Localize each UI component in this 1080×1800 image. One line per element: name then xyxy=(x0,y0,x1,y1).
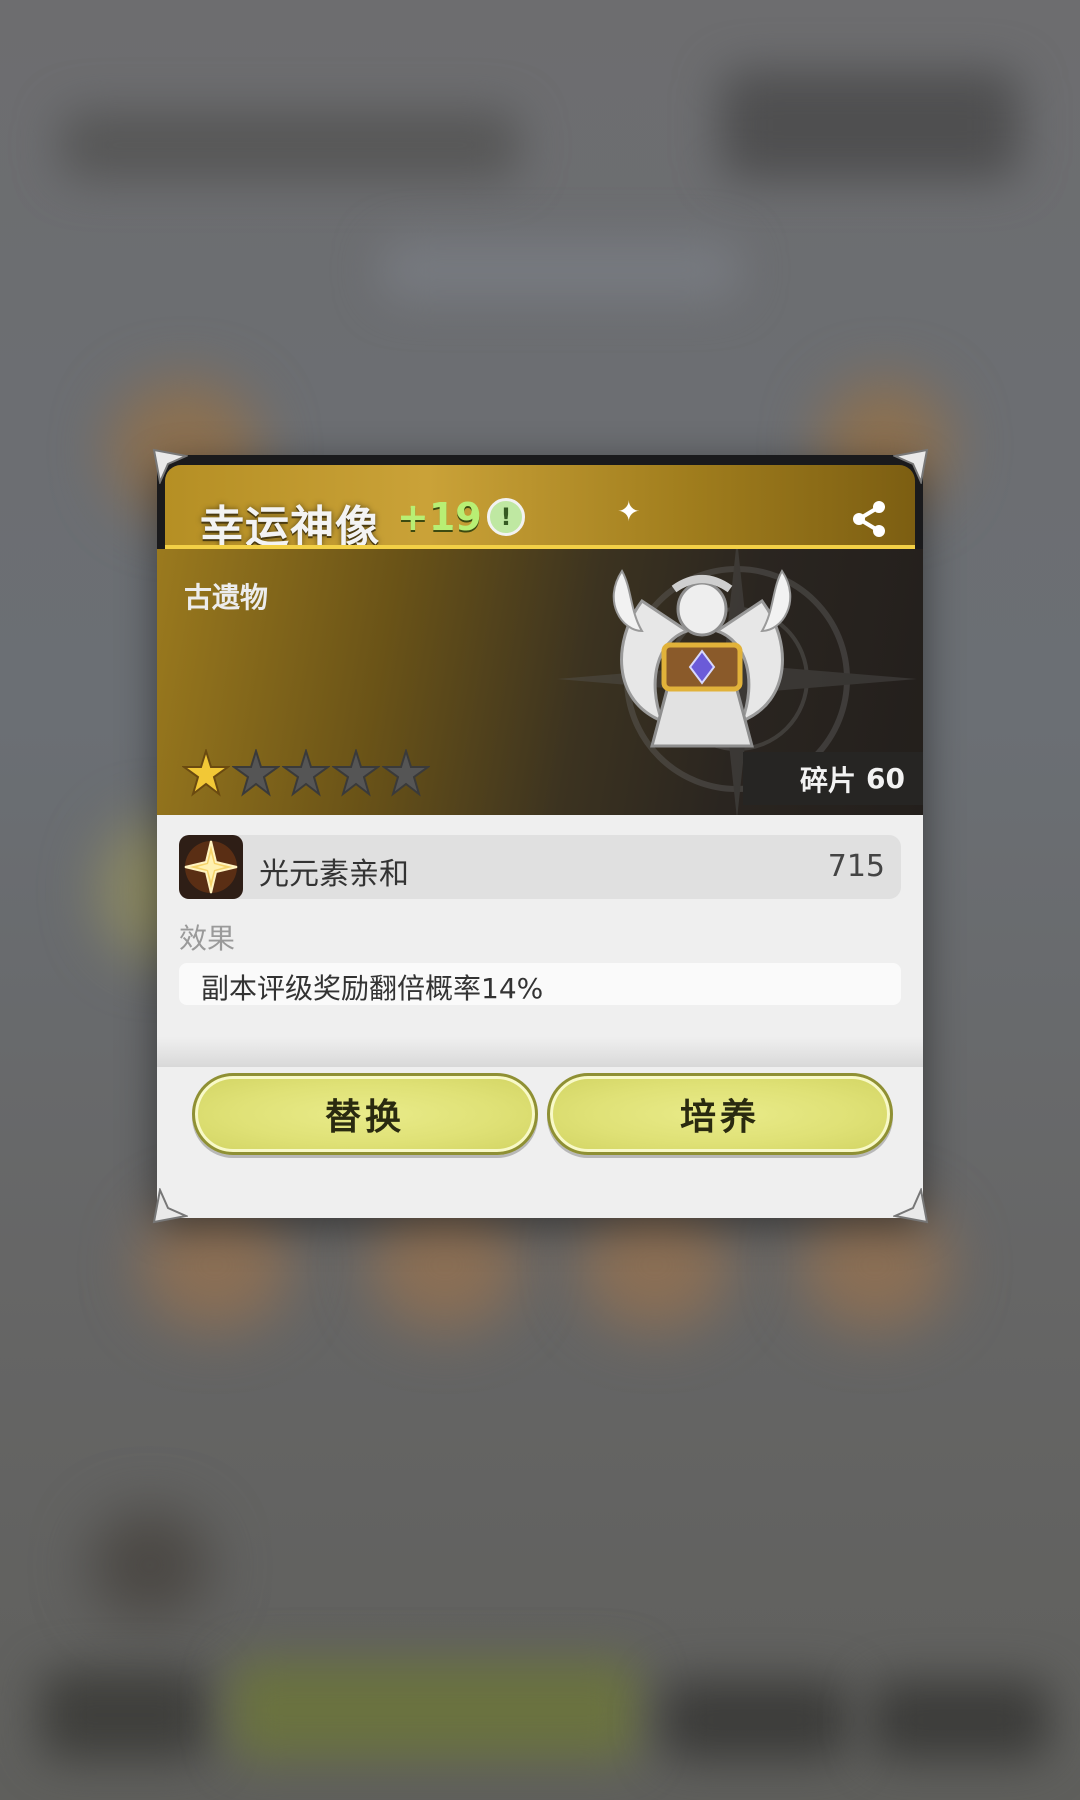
star-empty-icon xyxy=(232,749,280,797)
dialog-header: 幸运神像 +19 ! ✦ xyxy=(157,455,923,553)
upgrade-button[interactable]: 培养 xyxy=(547,1073,893,1155)
corner-ornament-icon xyxy=(893,448,929,484)
affinity-value: 715 xyxy=(827,849,885,884)
corner-ornament-icon xyxy=(152,1188,188,1224)
relic-title: 幸运神像 xyxy=(200,502,380,553)
angel-statue-image xyxy=(612,569,792,748)
share-icon[interactable] xyxy=(849,499,889,539)
light-element-icon xyxy=(179,835,243,899)
relic-hero: 古遗物 碎片 60 xyxy=(157,549,923,815)
exclamation-icon[interactable]: ! xyxy=(487,498,525,536)
effect-heading: 效果 xyxy=(179,922,236,955)
detail-panel: 光元素亲和 715 效果 副本评级奖励翻倍概率14% 替换 培养 xyxy=(157,815,923,1218)
sparkle-icon: ✦ xyxy=(617,495,641,528)
affinity-name: 光元素亲和 xyxy=(259,857,409,892)
replace-button[interactable]: 替换 xyxy=(192,1073,538,1155)
relic-detail-dialog: 幸运神像 +19 ! ✦ 古遗物 碎片 60 光元素亲和 715 效果 副本评级… xyxy=(157,455,923,1218)
corner-ornament-icon xyxy=(893,1188,929,1224)
star-empty-icon xyxy=(382,749,430,797)
corner-ornament-icon xyxy=(152,448,188,484)
effect-box: 副本评级奖励翻倍概率14% xyxy=(179,963,901,1005)
element-affinity-row: 光元素亲和 715 xyxy=(179,835,901,899)
fragment-count: 碎片 60 xyxy=(743,752,923,805)
star-rating xyxy=(182,749,430,797)
effect-description: 副本评级奖励翻倍概率14% xyxy=(201,972,544,1005)
star-empty-icon xyxy=(332,749,380,797)
fragment-label: 碎片 xyxy=(800,763,857,797)
fragment-value: 60 xyxy=(866,762,905,795)
title-tab: 幸运神像 +19 ! ✦ xyxy=(165,465,915,553)
relic-category: 古遗物 xyxy=(184,581,269,614)
star-empty-icon xyxy=(282,749,330,797)
enhance-level: +19 xyxy=(397,495,482,539)
star-filled-icon xyxy=(182,749,230,797)
panel-divider xyxy=(157,1037,923,1067)
